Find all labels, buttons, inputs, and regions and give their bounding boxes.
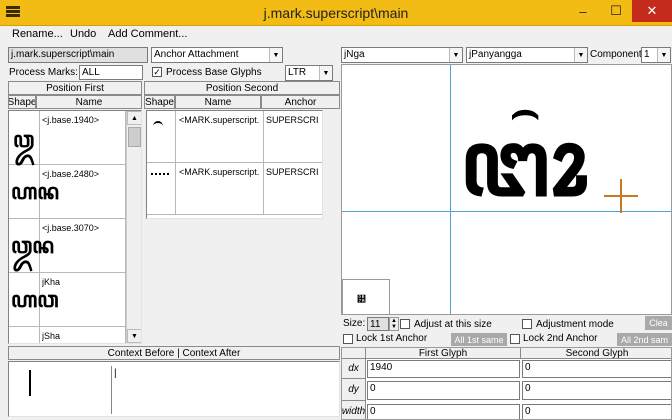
row-name: jKha (42, 277, 61, 287)
row-shape: ꦎꦤ (11, 233, 55, 259)
thumbnail-glyph-icon: ୺ (357, 294, 366, 304)
lock-first-label: Lock 1st Anchor (356, 333, 428, 344)
menu-bar (0, 26, 672, 44)
main-glyph: ꦔꦴ (460, 109, 588, 217)
first-glyph-header: First Glyph (366, 348, 521, 359)
row-name: <j.base.2480> (42, 169, 100, 179)
lock-first-checkbox[interactable] (343, 334, 353, 344)
scroll-thumb[interactable] (128, 127, 141, 147)
adjust-size-checkbox[interactable] (400, 319, 410, 329)
component-value: 1 (644, 49, 650, 60)
list-scrollbar[interactable]: ▲ ▼ (126, 111, 141, 343)
size-spinner[interactable]: ▲ ▼ (389, 317, 399, 331)
table-row[interactable] (147, 163, 176, 215)
grid-corner (342, 348, 366, 359)
component-select[interactable]: 1 ▼ (641, 47, 671, 63)
maximize-icon[interactable]: ☐ (600, 0, 632, 22)
chevron-down-icon[interactable]: ▼ (269, 48, 282, 62)
row-anchor: SUPERSCRI (266, 115, 319, 125)
table-row[interactable] (9, 327, 40, 343)
glyph1-select[interactable]: jNga ▼ (341, 47, 463, 63)
glyph1-value: jNga (344, 49, 365, 60)
row-shape: ꦎ (13, 127, 35, 153)
anchor-marker-v[interactable] (620, 179, 622, 213)
width-second-input[interactable]: 0 (522, 404, 671, 419)
width-first-input[interactable]: 0 (367, 404, 520, 419)
lookup-type-value: Anchor Attachment (154, 49, 239, 60)
process-marks-label: Process Marks: (9, 67, 78, 78)
dx-label: dx (342, 359, 366, 379)
adjust-mode-checkbox[interactable] (522, 319, 532, 329)
position-first-list[interactable]: <j.base.1940> ꦎ <j.base.2480> ꦲꦤ <j.base… (8, 110, 142, 344)
clear-button[interactable]: Clea (645, 316, 672, 330)
row-name: <MARK.superscript. (179, 167, 260, 177)
direction-value: LTR (288, 67, 307, 78)
table-row[interactable] (147, 111, 176, 163)
position-second-header: Position Second (144, 81, 340, 95)
adjust-mode-label: Adjustment mode (536, 319, 614, 330)
row-name: <j.base.3070> (42, 223, 100, 233)
all-first-same-button[interactable]: All 1st same (451, 333, 507, 346)
glyph2-select[interactable]: jPanyangga ▼ (466, 47, 588, 63)
row-name: <MARK.superscript. (179, 115, 260, 125)
scroll-down-icon[interactable]: ▼ (127, 329, 141, 343)
direction-select[interactable]: LTR ▼ (285, 65, 333, 81)
second-glyph-header: Second Glyph (521, 348, 671, 359)
dx-second-input[interactable]: 0 (522, 360, 671, 378)
process-base-label: Process Base Glyphs (166, 67, 262, 78)
vertical-guide (450, 65, 451, 314)
row-name: <j.base.1940> (42, 115, 100, 125)
scroll-up-icon[interactable]: ▲ (127, 111, 141, 125)
mark-shape (153, 121, 163, 127)
col-name-header[interactable]: Name (36, 95, 142, 109)
col-shape-header[interactable]: Shape (8, 95, 36, 109)
context-cursor (29, 370, 31, 396)
lock-second-checkbox[interactable] (510, 334, 520, 344)
mark-shape (151, 173, 169, 179)
chevron-down-icon[interactable]: ▼ (319, 66, 332, 80)
col-shape-header-2[interactable]: Shape (144, 95, 175, 109)
row-name: jSha (42, 331, 61, 341)
lookup-type-select[interactable]: Anchor Attachment ▼ (151, 47, 283, 63)
col-anchor-header[interactable]: Anchor (261, 95, 340, 109)
menu-add-comment[interactable]: Add Comment... (108, 28, 187, 40)
row-shape: ꦲꦤ (11, 179, 60, 205)
glyph2-value: jPanyangga (469, 49, 522, 60)
context-value: | (114, 368, 117, 379)
position-first-header: Position First (8, 81, 142, 95)
preview-canvas[interactable]: ⌢ ꦔꦴ ୺ (341, 64, 672, 315)
menu-rename[interactable]: Rename... (12, 28, 63, 40)
minimize-icon[interactable]: – (566, 0, 600, 22)
col-name-header-2[interactable]: Name (175, 95, 261, 109)
chevron-down-icon[interactable]: ▼ (449, 48, 462, 62)
row-anchor: SUPERSCRI (266, 167, 319, 177)
context-after-field[interactable]: | (111, 366, 325, 414)
process-marks-input[interactable]: ALL (79, 65, 143, 80)
dy-second-input[interactable]: 0 (522, 381, 671, 400)
lock-second-label: Lock 2nd Anchor (523, 333, 598, 344)
width-label: width (342, 401, 366, 419)
process-base-checkbox[interactable]: ✓ (152, 67, 162, 77)
size-input[interactable]: 11 (367, 317, 389, 331)
size-label: Size: (343, 318, 366, 329)
row-shape: ꦲꦮ (11, 287, 59, 313)
close-icon[interactable]: ✕ (632, 0, 672, 22)
context-header: Context Before | Context After (8, 346, 340, 360)
component-label: Component: (590, 49, 645, 60)
chevron-down-icon[interactable]: ▼ (574, 48, 587, 62)
dx-first-input[interactable]: 1940 (367, 360, 520, 378)
thumbnail-preview[interactable]: ୺ (342, 279, 390, 314)
dy-first-input[interactable]: 0 (367, 381, 520, 400)
adjust-size-label: Adjust at this size (414, 319, 492, 330)
lookup-name-field[interactable]: j.mark.superscript\main (8, 47, 148, 63)
menu-undo[interactable]: Undo (70, 28, 96, 40)
all-second-same-button[interactable]: All 2nd sam (617, 333, 672, 346)
chevron-down-icon[interactable]: ▼ (657, 48, 670, 62)
dy-label: dy (342, 379, 366, 401)
offset-grid[interactable]: First Glyph Second Glyph dx 1940 0 dy 0 … (341, 347, 672, 420)
context-panel[interactable]: | (8, 361, 340, 417)
position-second-list[interactable]: <MARK.superscript. SUPERSCRI <MARK.super… (146, 110, 323, 219)
